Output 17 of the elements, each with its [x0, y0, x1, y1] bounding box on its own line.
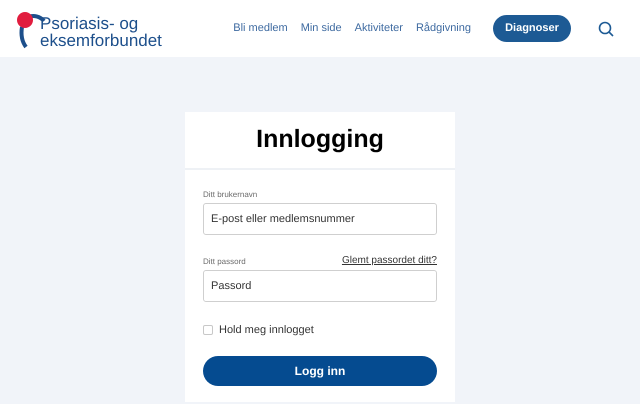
login-button[interactable]: Logg inn — [203, 356, 437, 386]
password-label: Ditt passord — [203, 256, 246, 268]
forgot-password-link[interactable]: Glemt passordet ditt? — [342, 253, 437, 268]
nav-link[interactable]: Aktiviteter — [354, 20, 403, 37]
nav-link[interactable]: Min side — [300, 20, 342, 37]
login-title: Innlogging — [256, 124, 384, 156]
logo-text: Psoriasis- og — [40, 14, 140, 32]
remember-checkbox[interactable] — [203, 325, 213, 336]
logo-text: eksemforbundet — [40, 32, 162, 48]
search-icon[interactable] — [598, 20, 614, 36]
username-field[interactable]: E-post eller medlemsnummer — [203, 203, 437, 235]
nav-link[interactable]: Bli medlem — [233, 20, 288, 37]
password-field[interactable]: Passord — [203, 270, 437, 302]
username-label: Ditt brukernavn — [203, 189, 258, 201]
nav-link[interactable]: Rådgivning — [416, 20, 471, 37]
remember-label: Hold meg innlogget — [219, 323, 314, 338]
diagnoses-button[interactable]: Diagnoser — [493, 15, 571, 42]
